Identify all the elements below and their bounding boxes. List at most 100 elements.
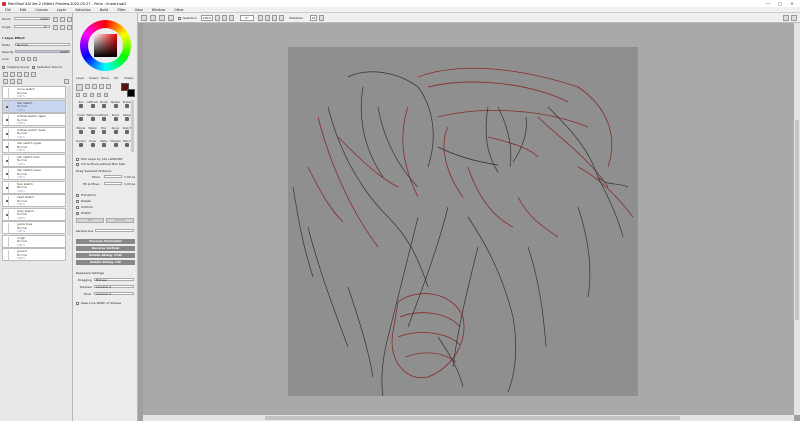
menu-build[interactable]: Build — [100, 8, 109, 12]
canvas-vertical-scroll-thumb[interactable] — [795, 120, 799, 320]
toolbar-flip-icon[interactable] — [279, 15, 284, 21]
stabilizer-dropdown[interactable] — [319, 15, 324, 21]
pinfolk-checkbox[interactable]: Pinfolk — [76, 211, 91, 215]
toolbar-rotate-reset[interactable] — [272, 15, 277, 21]
menu-window[interactable]: Window — [152, 8, 165, 12]
eyedropper-icon[interactable] — [97, 93, 101, 97]
cut-move-checkbox[interactable]: Cut & Move without Max Size — [76, 162, 125, 166]
search-icon[interactable] — [64, 79, 69, 84]
canvas-paper[interactable] — [288, 47, 638, 396]
tab-move[interactable]: Move — [101, 76, 109, 80]
brush-tool-item[interactable]: Blur — [98, 127, 110, 137]
toolbar-zoom-fit[interactable] — [229, 15, 234, 21]
rotate-ccw-button[interactable]: Rotate 90deg. CCW — [76, 253, 135, 258]
move-tool-icon[interactable] — [76, 84, 83, 91]
layer-item[interactable]: hair sketch upper Normal 100% — [2, 140, 66, 153]
new-folder-icon[interactable] — [17, 72, 22, 77]
brush-tool-item[interactable]: Contour — [75, 140, 87, 150]
pick-layer-checkbox[interactable]: Pick Layer by Ctrl+LMOUSE — [76, 157, 122, 161]
merge-down-icon[interactable] — [31, 72, 36, 77]
lasso-tool-icon[interactable] — [92, 84, 97, 89]
tab-fill[interactable]: Fill — [114, 76, 118, 80]
visibility-eye-icon[interactable] — [4, 142, 9, 153]
visibility-eye-icon[interactable] — [4, 88, 9, 99]
menu-layer[interactable]: Layer — [57, 8, 66, 12]
lock-all-icon[interactable] — [33, 57, 37, 61]
lock-paint-icon[interactable] — [21, 57, 25, 61]
close-button[interactable]: × — [786, 0, 798, 7]
text-tool-icon[interactable] — [106, 84, 111, 89]
menu-view[interactable]: View — [135, 8, 143, 12]
new-linework-layer-icon[interactable] — [10, 72, 15, 77]
layer-effect-heading[interactable]: ▾ Layer Effect — [2, 36, 25, 40]
hand-tool-icon[interactable] — [76, 93, 80, 97]
undo-icon[interactable] — [150, 15, 156, 21]
delete-layer-icon[interactable] — [10, 79, 15, 84]
zoom-out-button[interactable] — [53, 17, 58, 22]
background-color-swatch[interactable] — [127, 89, 135, 97]
menu-selection[interactable]: Selection — [75, 8, 91, 12]
layer-item[interactable]: rough Normal 100% — [2, 234, 66, 248]
layer-item[interactable]: hair sketch Normal 100% — [2, 99, 66, 113]
reverse-vertical-button[interactable]: Reverse Vertical — [76, 246, 135, 251]
visibility-eye-icon[interactable] — [4, 250, 9, 261]
magic-wand-icon[interactable] — [99, 84, 104, 89]
deselect-icon[interactable] — [168, 15, 174, 21]
clipping-group-checkbox[interactable]: Clipping Group — [2, 65, 29, 69]
visibility-eye-icon[interactable] — [4, 115, 9, 126]
canvas-horizontal-scroll-thumb[interactable] — [265, 416, 680, 420]
visibility-eye-icon[interactable] — [4, 169, 9, 180]
layer-item[interactable]: hair sketch lower Normal 100% — [2, 167, 66, 180]
brush-tool-item[interactable]: AirBrush — [87, 101, 99, 111]
rotate-reset-button[interactable] — [67, 25, 72, 30]
zoom-reset-button[interactable] — [67, 17, 72, 22]
brush-tool-item[interactable]: Watercolor — [87, 114, 101, 124]
layer-item[interactable]: hair sketch misc Normal 100% — [2, 153, 66, 167]
layer-item[interactable]: guide lines Normal 100% — [2, 221, 66, 234]
layer-item[interactable]: clothes sketch lower Normal 100% — [2, 126, 66, 140]
visibility-eye-icon[interactable] — [4, 223, 9, 234]
color-wheel[interactable] — [80, 20, 131, 71]
visibility-eye-icon[interactable] — [4, 236, 9, 248]
maximize-button[interactable]: □ — [774, 0, 786, 7]
stabilizer-select[interactable]: 15 — [310, 15, 317, 21]
bucket-icon[interactable] — [104, 93, 108, 97]
visibility-eye-icon[interactable] — [4, 101, 9, 113]
preview-select[interactable]: Lanczos 3 — [94, 285, 134, 289]
layer-list-scrollbar[interactable] — [67, 86, 71, 236]
layer-item[interactable]: clothes sketch upper Normal 100% — [2, 113, 66, 126]
select-tool-icon[interactable] — [85, 84, 90, 89]
brush-tool-item[interactable]: Water — [98, 140, 110, 150]
new-layer-icon[interactable] — [3, 72, 8, 77]
panel-toggle-icon[interactable] — [141, 15, 147, 21]
visibility-eye-icon[interactable] — [4, 128, 9, 140]
lock-move-icon[interactable] — [27, 57, 31, 61]
layer-item[interactable]: curve sketch Normal 100% — [2, 86, 66, 99]
mode-select[interactable]: Normal — [15, 43, 70, 47]
rotate-tool-icon[interactable] — [90, 93, 94, 97]
brush-tool-item[interactable]: Crown — [75, 114, 87, 124]
menu-edit[interactable]: Edit — [20, 8, 27, 12]
tab-select[interactable]: Select — [89, 76, 98, 80]
menu-filter[interactable]: Filter — [117, 8, 125, 12]
toolbar-zoom-in[interactable] — [222, 15, 227, 21]
visibility-eye-icon[interactable] — [4, 209, 9, 221]
color-saturation-square[interactable] — [94, 34, 117, 57]
brush-tool-item[interactable]: Spray — [110, 127, 122, 137]
visibility-eye-icon[interactable] — [4, 196, 9, 207]
toolbar-zoom-field[interactable]: 100% — [201, 15, 213, 21]
layer-item[interactable]: face sketch Normal 100% — [2, 180, 66, 194]
visibility-eye-icon[interactable] — [4, 155, 9, 167]
ok-button[interactable]: OK — [76, 218, 104, 223]
selection-source-checkbox[interactable]: Selection Source — [32, 65, 62, 69]
brush-tool-item[interactable]: Mixed — [98, 114, 110, 124]
visibility-eye-icon[interactable] — [4, 182, 9, 194]
tab-shape[interactable]: Shape — [124, 76, 133, 80]
settings-icon[interactable] — [791, 15, 797, 21]
navigator-icon[interactable] — [783, 15, 789, 21]
toolbar-rotate-left[interactable] — [258, 15, 263, 21]
selection-toggle[interactable]: Selection — [178, 16, 197, 20]
cancel-button[interactable]: Cancel — [106, 218, 134, 223]
brush-tool-item[interactable]: Draw — [87, 140, 99, 150]
menu-canvas[interactable]: Canvas — [35, 8, 47, 12]
